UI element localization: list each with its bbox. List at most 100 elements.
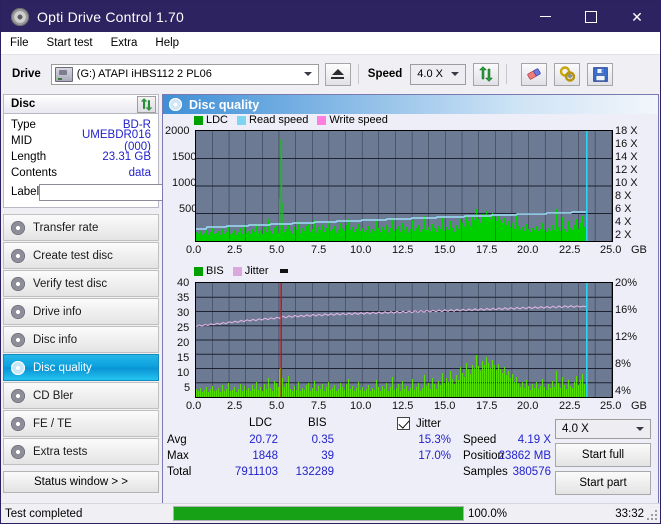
- bis-xaxis-unit: GB: [631, 400, 647, 412]
- test-speed-select[interactable]: 4.0 X: [555, 419, 651, 439]
- sidebar-item-cd-bler[interactable]: CD Bler: [3, 382, 159, 409]
- bis-ytick-30: 30: [177, 307, 190, 319]
- disc-row-contents: Contents data: [4, 165, 158, 181]
- ldc-plot-area: [195, 130, 613, 242]
- tools-icon: [559, 66, 575, 82]
- sidebar-item-verify-test-disc[interactable]: Verify test disc: [3, 270, 159, 297]
- ldc-yrtick-16x: 16 X: [615, 138, 638, 150]
- jitter-checkbox[interactable]: [397, 417, 410, 430]
- bis-xtick-25: 25.0: [600, 400, 622, 412]
- sidebar-item-drive-info[interactable]: Drive info: [3, 298, 159, 325]
- sidebar-item-fe-te[interactable]: FE / TE: [3, 410, 159, 437]
- ldc-xtick-0: 0.0: [186, 244, 202, 256]
- disc-panel-title: Disc: [11, 98, 36, 110]
- disc-refresh-button[interactable]: [137, 96, 156, 113]
- speed-stat-label: Speed: [463, 434, 497, 446]
- speed-select[interactable]: 4.0 X: [410, 63, 467, 85]
- ldc-yrtick-12x: 12 X: [615, 164, 638, 176]
- sidebar-item-transfer-rate[interactable]: Transfer rate: [3, 214, 159, 241]
- speed-select-value: 4.0 X: [417, 68, 443, 80]
- ldc-yrtick-14x: 14 X: [615, 151, 638, 163]
- ldc-xtick-10: 10.0: [350, 244, 372, 256]
- ldc-ytick-1000: 1000: [172, 177, 197, 189]
- ldc-xtick-5: 5.0: [269, 244, 285, 256]
- drive-icon: [54, 66, 73, 82]
- menu-file[interactable]: File: [1, 35, 38, 51]
- page-title: Disc quality: [189, 97, 260, 112]
- menu-bar: File Start test Extra Help: [1, 32, 660, 55]
- bis-xtick-10: 10.0: [350, 400, 372, 412]
- sidebar-item-label: Extra tests: [33, 445, 88, 458]
- disc-row-mid: MID UMEBDR016 (000): [4, 129, 158, 153]
- disc-length-label: Length: [11, 151, 47, 163]
- start-part-button[interactable]: Start part: [555, 471, 651, 495]
- menu-help[interactable]: Help: [146, 35, 188, 51]
- bis-jitter-chart: BIS Jitter 40 35 30 25 20 15 10 5 20% 16…: [163, 263, 658, 415]
- drive-select[interactable]: (G:) ATAPI iHBS112 2 PL06: [50, 63, 319, 85]
- disc-type-label: Type: [11, 119, 36, 131]
- sidebar-item-label: Disc info: [33, 333, 78, 346]
- drive-label: Drive: [12, 68, 41, 80]
- bis-xtick-20: 20.0: [517, 400, 539, 412]
- ldc-xtick-12_5: 12.5: [392, 244, 414, 256]
- chevron-down-icon: [636, 427, 644, 431]
- resize-grip-icon[interactable]: [647, 510, 657, 520]
- statistics-panel: LDC BIS Avg 20.72 0.35 Max 1848 39 Total…: [163, 417, 658, 503]
- menu-extra[interactable]: Extra: [102, 35, 147, 51]
- stats-col-bis: BIS: [308, 417, 327, 429]
- disc-panel-header: Disc: [3, 94, 159, 114]
- sidebar-item-disc-quality[interactable]: Disc quality: [3, 354, 159, 381]
- ldc-yrtick-2x: 2 X: [615, 229, 632, 241]
- bis-yrtick-20pct: 20%: [615, 277, 638, 289]
- sidebar-item-create-test-disc[interactable]: Create test disc: [3, 242, 159, 269]
- sidebar-item-label: Transfer rate: [33, 221, 99, 234]
- speed-stat-value: 4.19 X: [517, 434, 551, 446]
- maximize-button[interactable]: [568, 1, 614, 32]
- window-title: Opti Drive Control 1.70: [37, 8, 184, 25]
- drive-select-value: (G:) ATAPI iHBS112 2 PL06: [76, 68, 212, 80]
- stats-row-total-label: Total: [167, 466, 192, 478]
- status-window-button[interactable]: Status window > >: [3, 471, 159, 493]
- maximize-icon: [585, 10, 597, 23]
- stats-avg-bis: 0.35: [311, 434, 334, 446]
- position-stat-value: 23862 MB: [498, 450, 551, 462]
- start-full-button[interactable]: Start full: [555, 443, 651, 467]
- ldc-chart-legend: LDC Read speed Write speed: [194, 114, 397, 126]
- bis-yrtick-8pct: 8%: [615, 358, 631, 370]
- close-button[interactable]: ✕: [614, 1, 660, 32]
- menu-start-test[interactable]: Start test: [38, 35, 102, 51]
- legend-label-read-speed: Read speed: [249, 114, 309, 126]
- refresh-button[interactable]: [473, 62, 500, 86]
- minimize-button[interactable]: [522, 1, 568, 32]
- chevron-down-icon: [451, 72, 460, 76]
- tools-button[interactable]: [554, 62, 581, 86]
- ldc-xtick-7_5: 7.5: [311, 244, 327, 256]
- stats-total-ldc: 7911103: [234, 466, 278, 478]
- legend-label-jitter: Jitter: [244, 265, 269, 277]
- samples-stat-value: 380576: [512, 466, 551, 478]
- bis-xtick-0: 0.0: [186, 400, 202, 412]
- legend-label-write-speed: Write speed: [329, 114, 388, 126]
- bis-ytick-15: 15: [177, 352, 190, 364]
- erase-button[interactable]: [521, 62, 548, 86]
- app-disc-icon: [11, 7, 29, 26]
- eject-button[interactable]: [324, 62, 351, 86]
- bis-xtick-12_5: 12.5: [392, 400, 414, 412]
- ldc-xtick-17_5: 17.5: [476, 244, 498, 256]
- close-icon: ✕: [631, 8, 643, 25]
- status-text: Test completed: [5, 507, 83, 520]
- bis-xtick-22_5: 22.5: [559, 400, 581, 412]
- sidebar-item-disc-info[interactable]: Disc info: [3, 326, 159, 353]
- window-controls: ✕: [522, 1, 660, 32]
- toolbar: Drive (G:) ATAPI iHBS112 2 PL06 Speed 4.…: [1, 54, 660, 93]
- stats-avg-jitter: 15.3%: [418, 434, 451, 446]
- legend-swatch-write-speed: [317, 115, 327, 125]
- ldc-yrtick-8x: 8 X: [615, 190, 632, 202]
- sidebar-item-extra-tests[interactable]: Extra tests: [3, 438, 159, 465]
- title-bar: Opti Drive Control 1.70 ✕: [1, 1, 660, 32]
- content-header: Disc quality: [163, 95, 658, 114]
- application-window: Opti Drive Control 1.70 ✕ File Start tes…: [0, 0, 661, 524]
- save-button[interactable]: [587, 62, 614, 86]
- stats-total-bis: 132289: [295, 466, 334, 478]
- bis-xtick-5: 5.0: [269, 400, 285, 412]
